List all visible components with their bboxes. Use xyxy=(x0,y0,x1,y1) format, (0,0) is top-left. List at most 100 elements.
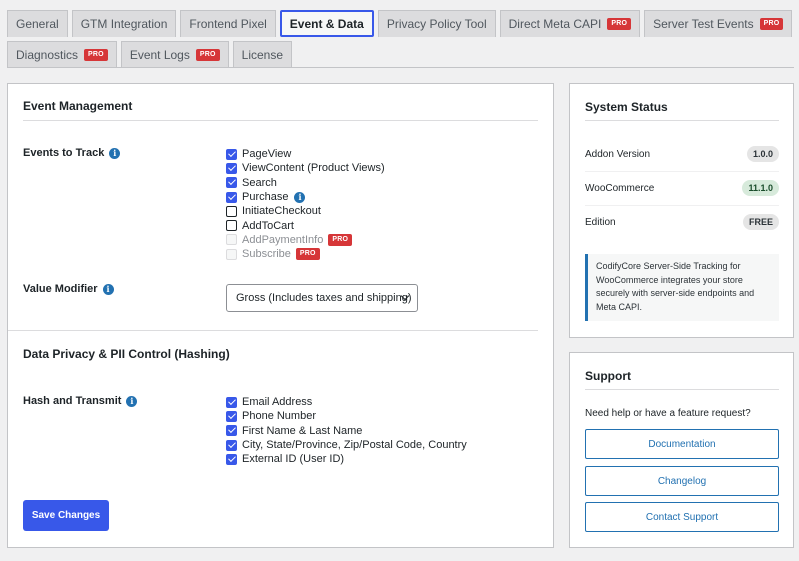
option-label: External ID (User ID) xyxy=(242,453,345,466)
pro-badge: PRO xyxy=(759,18,784,30)
event-management-title: Event Management xyxy=(23,99,133,113)
tab-row-1: General GTM Integration Frontend Pixel E… xyxy=(7,10,793,37)
option-label: Purchase xyxy=(242,191,289,204)
tab-server-test-events[interactable]: Server Test Events PRO xyxy=(644,10,793,37)
tab-direct-meta-capi[interactable]: Direct Meta CAPI PRO xyxy=(499,10,641,37)
event-option: AddPaymentInfo PRO xyxy=(226,233,385,247)
checkbox xyxy=(226,234,237,246)
option-label: PageView xyxy=(242,148,292,161)
option-label: Search xyxy=(242,176,277,189)
tab-event-logs[interactable]: Event Logs PRO xyxy=(120,41,229,68)
pii-option[interactable]: Email Address xyxy=(226,395,467,409)
pii-checklist: Email Address Phone Number First Name & … xyxy=(226,395,467,466)
checkbox[interactable] xyxy=(226,396,237,408)
edition-badge: FREE xyxy=(742,214,779,230)
contact-support-button[interactable]: Contact Support xyxy=(585,502,779,532)
tab-label: License xyxy=(241,48,284,62)
info-icon[interactable]: i xyxy=(294,191,306,203)
support-text: Need help or have a feature request? xyxy=(585,408,751,419)
pii-option[interactable]: Phone Number xyxy=(226,409,467,423)
support-title: Support xyxy=(585,369,631,383)
documentation-button[interactable]: Documentation xyxy=(585,429,779,459)
tab-label: Event & Data xyxy=(289,16,364,31)
pro-badge: PRO xyxy=(195,49,220,61)
tab-privacy-policy-tool[interactable]: Privacy Policy Tool xyxy=(377,10,496,37)
privacy-section-title: Data Privacy & PII Control (Hashing) xyxy=(23,347,230,361)
value-modifier-select[interactable]: Gross (Includes taxes and shipping) xyxy=(226,284,418,312)
tab-row-2: Diagnostics PRO Event Logs PRO License xyxy=(7,41,792,68)
option-label: City, State/Province, Zip/Postal Code, C… xyxy=(242,439,467,452)
events-checklist: PageView ViewContent (Product Views) Sea… xyxy=(226,147,385,261)
tab-label: Server Test Events xyxy=(653,17,754,31)
status-row-edition: Edition FREE xyxy=(585,205,779,239)
checkbox[interactable] xyxy=(226,148,237,160)
status-row-woocommerce: WooCommerce 11.1.0 xyxy=(585,171,779,205)
tab-gtm-integration[interactable]: GTM Integration xyxy=(71,10,177,37)
field-label-text: Hash and Transmit xyxy=(23,395,122,407)
pii-option[interactable]: City, State/Province, Zip/Postal Code, C… xyxy=(226,438,467,452)
select-value: Gross (Includes taxes and shipping) xyxy=(236,292,412,304)
field-label-text: Events to Track xyxy=(23,147,105,159)
changelog-button[interactable]: Changelog xyxy=(585,466,779,496)
event-option[interactable]: ViewContent (Product Views) xyxy=(226,161,385,175)
events-to-track-label: Events to Track i xyxy=(23,147,121,159)
status-label: WooCommerce xyxy=(585,182,655,194)
checkbox[interactable] xyxy=(226,162,237,174)
status-label: Edition xyxy=(585,216,616,228)
field-label-text: Value Modifier xyxy=(23,283,98,295)
tab-label: Direct Meta CAPI xyxy=(508,17,602,31)
event-option[interactable]: PageView xyxy=(226,147,385,161)
tab-general[interactable]: General xyxy=(7,10,68,37)
option-label: Email Address xyxy=(242,396,313,409)
option-label: ViewContent (Product Views) xyxy=(242,162,385,175)
option-label: Phone Number xyxy=(242,410,316,423)
checkbox[interactable] xyxy=(226,220,237,232)
pii-option[interactable]: First Name & Last Name xyxy=(226,424,467,438)
checkbox[interactable] xyxy=(226,453,237,465)
divider xyxy=(23,120,538,121)
checkbox[interactable] xyxy=(226,439,237,451)
support-card: Support Need help or have a feature requ… xyxy=(569,352,794,548)
settings-tabs: General GTM Integration Frontend Pixel E… xyxy=(7,10,793,72)
checkbox xyxy=(226,248,237,260)
status-label: Addon Version xyxy=(585,148,651,160)
tab-frontend-pixel[interactable]: Frontend Pixel xyxy=(180,10,276,37)
checkbox[interactable] xyxy=(226,191,237,203)
tab-license[interactable]: License xyxy=(232,41,293,68)
event-option[interactable]: InitiateCheckout xyxy=(226,204,385,218)
pro-badge: PRO xyxy=(84,49,108,61)
event-option: Subscribe PRO xyxy=(226,247,385,261)
tab-diagnostics[interactable]: Diagnostics PRO xyxy=(7,41,117,68)
status-row-addon-version: Addon Version 1.0.0 xyxy=(585,137,779,171)
info-icon[interactable]: i xyxy=(126,395,138,407)
pii-option[interactable]: External ID (User ID) xyxy=(226,452,467,466)
divider xyxy=(585,120,779,121)
checkbox[interactable] xyxy=(226,425,237,437)
option-label: Subscribe xyxy=(242,248,291,261)
checkbox[interactable] xyxy=(226,410,237,422)
tab-label: General xyxy=(16,17,59,31)
event-option[interactable]: AddToCart xyxy=(226,218,385,232)
option-label: AddToCart xyxy=(242,219,294,232)
tab-event-data[interactable]: Event & Data xyxy=(279,10,374,37)
option-label: First Name & Last Name xyxy=(242,424,363,437)
info-icon[interactable]: i xyxy=(102,283,114,295)
event-option[interactable]: Search xyxy=(226,176,385,190)
plugin-description-note: CodifyCore Server-Side Tracking for WooC… xyxy=(585,254,779,321)
pro-badge: PRO xyxy=(607,18,632,30)
checkbox[interactable] xyxy=(226,205,237,217)
tabs-divider xyxy=(7,67,794,68)
version-badge: 11.1.0 xyxy=(742,180,779,196)
event-option[interactable]: Purchase i xyxy=(226,190,385,204)
value-modifier-label: Value Modifier i xyxy=(23,283,114,295)
save-button[interactable]: Save Changes xyxy=(23,500,109,531)
info-icon[interactable]: i xyxy=(109,147,121,159)
tab-label: GTM Integration xyxy=(80,17,168,31)
tab-label: Privacy Policy Tool xyxy=(386,17,487,31)
checkbox[interactable] xyxy=(226,177,237,189)
hash-and-transmit-label: Hash and Transmit i xyxy=(23,395,138,407)
system-status-title: System Status xyxy=(585,100,668,114)
pro-badge: PRO xyxy=(295,248,320,261)
tab-label: Frontend Pixel xyxy=(189,17,267,31)
divider xyxy=(585,389,779,390)
